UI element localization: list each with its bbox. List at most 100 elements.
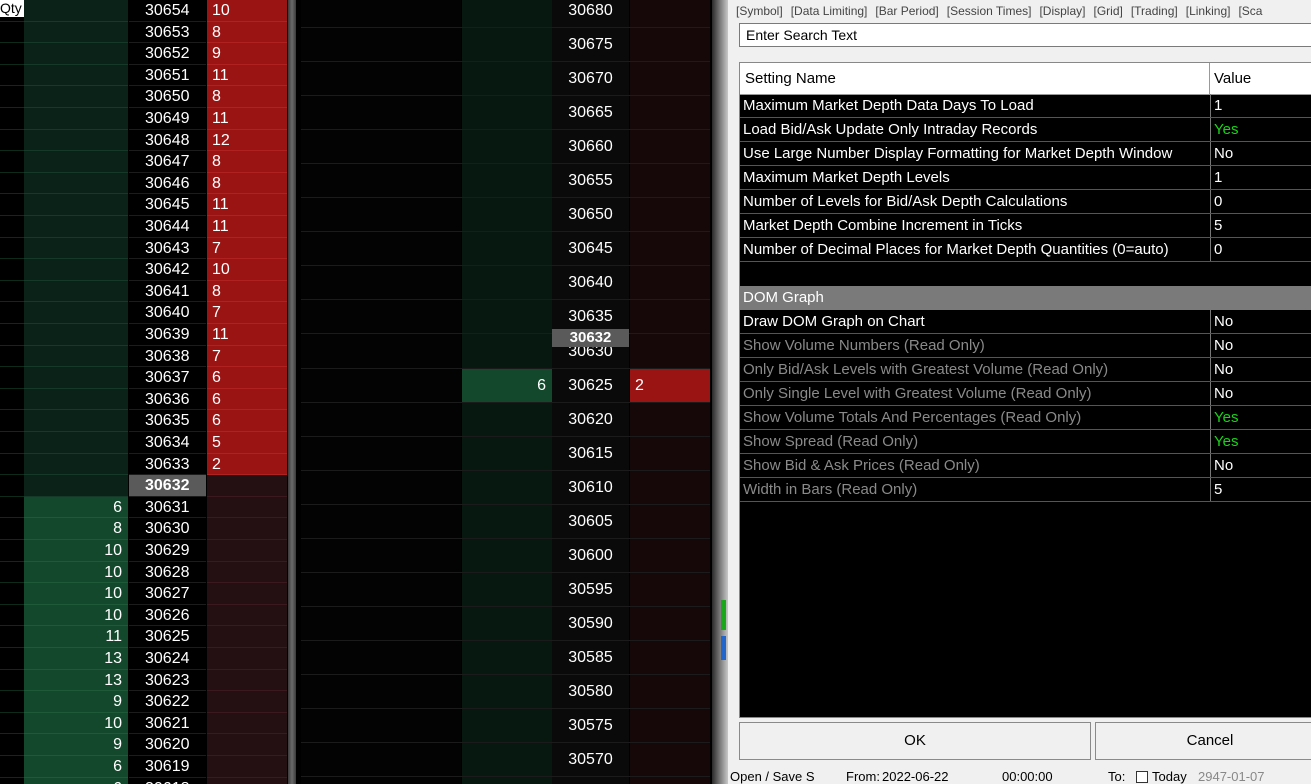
bid-cell[interactable]: [24, 475, 128, 497]
bid-qty-cell[interactable]: 6: [24, 496, 128, 519]
ask-cell[interactable]: [207, 561, 287, 584]
setting-name[interactable]: Show Volume Totals And Percentages (Read…: [740, 406, 1209, 429]
dom-row[interactable]: 30640 7: [0, 302, 290, 324]
price-cell[interactable]: 30630: [129, 518, 206, 540]
search-input[interactable]: Enter Search Text: [739, 23, 1311, 47]
ask-qty-cell[interactable]: 7: [207, 345, 287, 368]
ask-cell[interactable]: [207, 734, 287, 756]
dom-row[interactable]: 30635 6: [0, 410, 290, 432]
price-cell[interactable]: 30619: [129, 756, 206, 778]
ask-qty-cell[interactable]: 8: [207, 21, 287, 44]
price-cell[interactable]: 30643: [129, 237, 206, 260]
setting-row[interactable]: Show Volume Totals And Percentages (Read…: [740, 406, 1311, 430]
dom-row[interactable]: 30633 2: [0, 453, 290, 476]
price-cell[interactable]: 30638: [129, 345, 206, 368]
price-cell[interactable]: 30631: [129, 496, 206, 519]
price-cell[interactable]: 30644: [129, 216, 206, 238]
price-cell[interactable]: 30585: [552, 641, 629, 674]
dom-row[interactable]: 30636 6: [0, 388, 290, 411]
dom-row[interactable]: 30650 8: [0, 86, 290, 108]
bid-cell[interactable]: [24, 259, 128, 281]
setting-row[interactable]: Maximum Market Depth Levels 1: [740, 166, 1311, 190]
setting-value[interactable]: 0: [1210, 190, 1311, 213]
bid-qty-cell[interactable]: 8: [24, 518, 128, 540]
bid-cell[interactable]: [24, 64, 128, 87]
price-cell[interactable]: 30625: [129, 626, 206, 648]
dom-row[interactable]: 30637 6: [0, 367, 290, 389]
setting-value[interactable]: No: [1210, 382, 1311, 405]
dom-row[interactable]: 30620: [301, 403, 710, 437]
bid-qty-cell[interactable]: 10: [24, 712, 128, 735]
price-cell[interactable]: 30570: [552, 743, 629, 776]
dom-row[interactable]: 30650: [301, 198, 710, 233]
price-cell[interactable]: 30636: [129, 388, 206, 411]
bid-cell[interactable]: [24, 216, 128, 238]
ask-qty-cell[interactable]: 8: [207, 151, 287, 173]
price-cell[interactable]: 30680: [552, 0, 629, 27]
price-cell[interactable]: 30650: [129, 86, 206, 108]
price-cell[interactable]: 30639: [129, 324, 206, 346]
ask-qty-cell[interactable]: 11: [207, 108, 287, 130]
ask-qty-cell[interactable]: 2: [630, 368, 710, 402]
price-cell[interactable]: 30629: [129, 540, 206, 562]
bid-qty-cell[interactable]: 10: [24, 540, 128, 562]
dom-ladder-middle[interactable]: 30680 30675 30670 30665 30660 30655 30650 30645…: [296, 0, 716, 784]
price-cell[interactable]: 30610: [552, 471, 629, 504]
price-cell[interactable]: 30650: [552, 198, 629, 231]
dom-row[interactable]: 10 30626: [0, 604, 290, 627]
dom-row[interactable]: 30639 11: [0, 324, 290, 346]
bid-cell[interactable]: [24, 21, 128, 44]
ask-cell[interactable]: [207, 712, 287, 735]
dom-row[interactable]: 10 30629: [0, 540, 290, 562]
ask-cell[interactable]: [207, 626, 287, 648]
setting-name[interactable]: Show Bid & Ask Prices (Read Only): [740, 454, 1209, 477]
price-cell[interactable]: 30653: [129, 21, 206, 44]
price-cell[interactable]: 30648: [129, 129, 206, 152]
bid-cell[interactable]: [24, 0, 128, 22]
price-cell[interactable]: 30660: [552, 130, 629, 163]
setting-value[interactable]: 5: [1210, 478, 1311, 501]
settings-tab[interactable]: [Display]: [1039, 0, 1085, 22]
price-cell[interactable]: 30646: [129, 172, 206, 195]
ask-qty-cell[interactable]: 8: [207, 86, 287, 108]
setting-row[interactable]: Only Single Level with Greatest Volume (…: [740, 382, 1311, 406]
ask-cell[interactable]: [207, 583, 287, 605]
bid-cell[interactable]: [24, 280, 128, 303]
ask-qty-cell[interactable]: 6: [207, 367, 287, 389]
setting-name[interactable]: Use Large Number Display Formatting for …: [740, 142, 1209, 165]
dom-row[interactable]: 630618: [0, 777, 290, 784]
price-cell[interactable]: 30654: [129, 0, 206, 22]
ask-cell[interactable]: [207, 604, 287, 627]
bid-cell[interactable]: [24, 194, 128, 216]
column-separator[interactable]: [1209, 63, 1210, 94]
ask-qty-cell[interactable]: 10: [207, 0, 287, 22]
ask-qty-cell[interactable]: 8: [207, 172, 287, 195]
setting-name[interactable]: Maximum Market Depth Data Days To Load: [740, 94, 1209, 117]
setting-row[interactable]: Use Large Number Display Formatting for …: [740, 142, 1311, 166]
ask-qty-cell[interactable]: 7: [207, 302, 287, 324]
setting-name[interactable]: Market Depth Combine Increment in Ticks: [740, 214, 1209, 237]
dom-row[interactable]: 30654 10: [0, 0, 290, 22]
dom-row[interactable]: 30653 8: [0, 21, 290, 44]
ask-cell[interactable]: [207, 777, 287, 784]
dom-row[interactable]: 30640: [301, 266, 710, 301]
setting-value[interactable]: 1: [1210, 94, 1311, 117]
dom-row[interactable]: 30625 6 2: [301, 368, 710, 403]
ask-qty-cell[interactable]: 11: [207, 324, 287, 346]
settings-tab[interactable]: [Grid]: [1093, 0, 1122, 22]
bid-qty-cell[interactable]: 13: [24, 669, 128, 692]
settings-tab[interactable]: [Data Limiting]: [791, 0, 868, 22]
price-cell[interactable]: 30645: [552, 232, 629, 265]
price-cell[interactable]: 30642: [129, 259, 206, 281]
setting-value[interactable]: No: [1210, 334, 1311, 357]
settings-tab[interactable]: [Trading]: [1131, 0, 1178, 22]
dom-row[interactable]: 30643 7: [0, 237, 290, 260]
setting-name[interactable]: Number of Decimal Places for Market Dept…: [740, 238, 1209, 261]
setting-row[interactable]: Maximum Market Depth Data Days To Load 1: [740, 94, 1311, 118]
dom-row[interactable]: 13 30623: [0, 669, 290, 692]
from-time-field[interactable]: 00:00:00: [1002, 770, 1053, 784]
bid-cell[interactable]: [24, 367, 128, 389]
ask-qty-cell[interactable]: 10: [207, 259, 287, 281]
setting-row[interactable]: Number of Levels for Bid/Ask Depth Calcu…: [740, 190, 1311, 214]
open-save-label[interactable]: Open / Save S: [730, 770, 815, 784]
